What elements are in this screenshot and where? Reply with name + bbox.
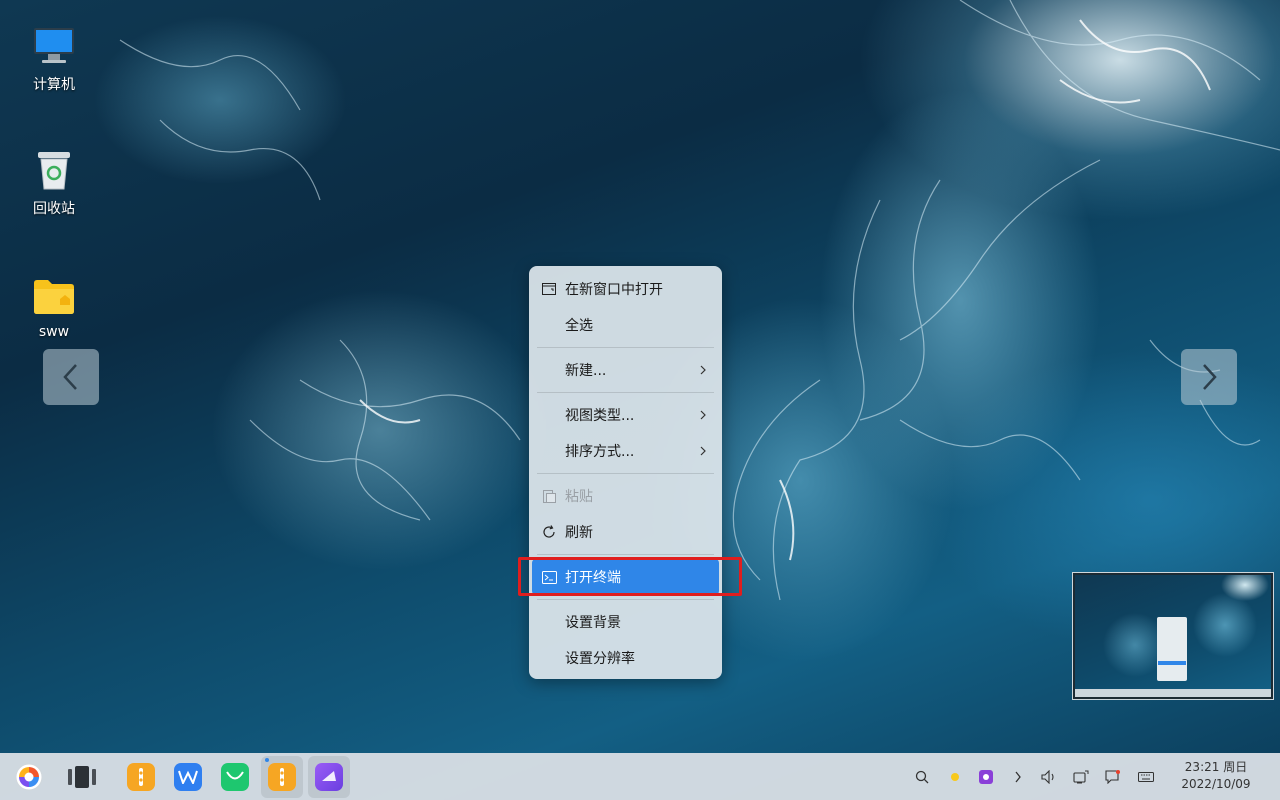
tray-expand-button[interactable] xyxy=(1008,767,1028,787)
desktop-icon-label: sww xyxy=(38,324,70,340)
menu-separator xyxy=(537,347,714,348)
submenu-arrow-icon xyxy=(700,363,706,379)
menu-item-sort-by[interactable]: 排序方式... xyxy=(529,433,722,469)
paste-icon xyxy=(541,488,557,504)
menu-item-set-background[interactable]: 设置背景 xyxy=(529,604,722,640)
menu-separator xyxy=(537,554,714,555)
submenu-arrow-icon xyxy=(700,408,706,424)
menu-item-label: 设置分辨率 xyxy=(565,651,635,667)
clock[interactable]: 23:21 周日 2022/10/09 xyxy=(1176,759,1256,793)
search-icon xyxy=(915,770,929,784)
taskbar-app-wechat[interactable] xyxy=(214,756,256,798)
menu-item-set-resolution[interactable]: 设置分辨率 xyxy=(529,640,722,676)
night-mode-button[interactable] xyxy=(945,767,965,787)
menu-item-open-new-window[interactable]: 在新窗口中打开 xyxy=(529,271,722,307)
new-window-icon xyxy=(541,281,557,297)
desktop-icon-folder[interactable]: sww xyxy=(14,272,94,340)
wps-office-icon xyxy=(174,763,202,791)
keyboard-icon xyxy=(1138,772,1154,782)
record-icon xyxy=(979,770,993,784)
menu-item-label: 在新窗口中打开 xyxy=(565,282,663,298)
running-indicator xyxy=(265,758,269,762)
preview-taskbar xyxy=(1075,689,1271,697)
menu-item-refresh[interactable]: 刷新 xyxy=(529,514,722,550)
desktop-icon-label: 计算机 xyxy=(33,77,75,93)
desktop-context-menu: 在新窗口中打开 全选 新建... 视图类型... 排序方式... 粘贴 刷新 打… xyxy=(529,266,722,679)
desktop-icon-computer[interactable]: 计算机 xyxy=(14,22,94,94)
screenshot-app-icon xyxy=(315,763,343,791)
menu-item-view-type[interactable]: 视图类型... xyxy=(529,397,722,433)
next-page-button[interactable] xyxy=(1181,349,1237,405)
folder-icon xyxy=(30,272,78,320)
desktop-icon-label: 回收站 xyxy=(33,201,75,217)
preview-image xyxy=(1075,575,1271,689)
trash-icon xyxy=(30,146,78,194)
clock-date: 2022/10/09 xyxy=(1181,777,1251,791)
chevron-left-icon xyxy=(63,364,77,390)
clock-time: 23:21 周日 xyxy=(1184,760,1248,774)
submenu-arrow-icon xyxy=(700,444,706,460)
volume-icon xyxy=(1041,770,1054,784)
taskbar-app-screenshot[interactable] xyxy=(308,756,350,798)
keyboard-button[interactable] xyxy=(1136,767,1156,787)
start-menu-icon xyxy=(15,763,43,791)
volume-button[interactable] xyxy=(1039,767,1059,787)
taskbar-app-software-store[interactable] xyxy=(120,756,162,798)
menu-item-label: 排序方式... xyxy=(565,444,635,460)
multitask-view-button[interactable] xyxy=(61,756,103,798)
taskbar-app-software-store-open[interactable] xyxy=(261,756,303,798)
taskbar-app-wps[interactable] xyxy=(167,756,209,798)
multitask-view-icon xyxy=(68,766,96,788)
recording-button[interactable] xyxy=(976,767,996,787)
chevron-right-icon xyxy=(1203,364,1217,390)
menu-item-label: 视图类型... xyxy=(565,408,635,424)
menu-item-label: 粘贴 xyxy=(565,489,593,505)
menu-separator xyxy=(537,473,714,474)
notification-button[interactable] xyxy=(1103,767,1123,787)
sun-icon xyxy=(951,773,959,781)
menu-item-label: 设置背景 xyxy=(565,615,621,631)
annotation-highlight-box xyxy=(518,557,742,596)
chevron-right-icon xyxy=(1015,771,1021,783)
kylin-software-icon xyxy=(127,763,155,791)
screenshot-preview-thumbnail[interactable] xyxy=(1072,572,1274,700)
menu-separator xyxy=(537,392,714,393)
wechat-icon xyxy=(221,763,249,791)
menu-item-paste[interactable]: 粘贴 xyxy=(529,478,722,514)
notification-icon xyxy=(1105,770,1120,784)
taskbar: 23:21 周日 2022/10/09 xyxy=(0,753,1280,800)
search-button[interactable] xyxy=(912,767,932,787)
kylin-software-icon xyxy=(268,763,296,791)
previous-page-button[interactable] xyxy=(43,349,99,405)
menu-item-select-all[interactable]: 全选 xyxy=(529,307,722,343)
menu-item-label: 全选 xyxy=(565,318,593,334)
start-menu-button[interactable] xyxy=(8,756,50,798)
menu-item-new[interactable]: 新建... xyxy=(529,352,722,388)
menu-item-label: 新建... xyxy=(565,363,607,379)
menu-item-label: 刷新 xyxy=(565,525,593,541)
menu-separator xyxy=(537,599,714,600)
network-icon xyxy=(1073,770,1089,784)
preview-menu xyxy=(1157,617,1187,681)
network-button[interactable] xyxy=(1071,767,1091,787)
computer-icon xyxy=(30,22,78,70)
refresh-icon xyxy=(541,524,557,540)
desktop-icon-trash[interactable]: 回收站 xyxy=(14,146,94,218)
